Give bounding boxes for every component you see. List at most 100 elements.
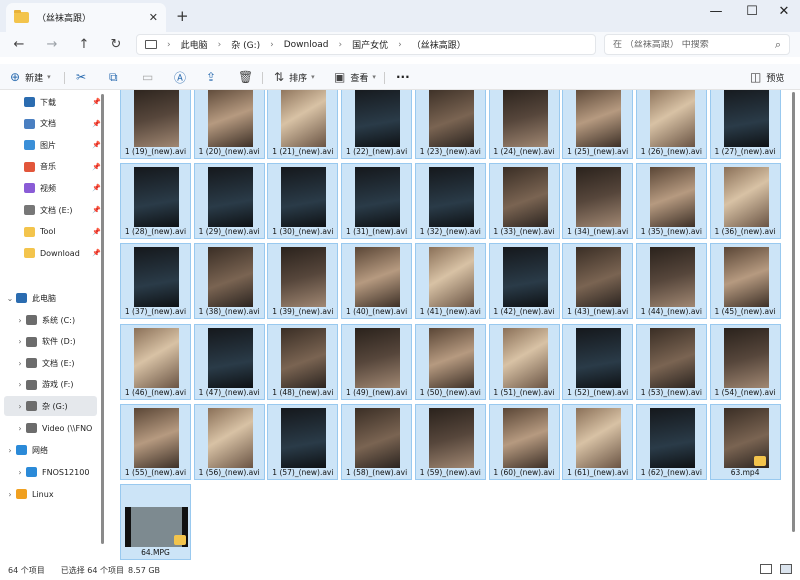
more-button[interactable]: ··· xyxy=(396,68,410,86)
maximize-button[interactable]: ☐ xyxy=(742,4,762,19)
file-item[interactable]: 1 (44)_(new).avi xyxy=(635,243,707,320)
minimize-button[interactable]: — xyxy=(706,4,726,19)
sidebar-scrollbar[interactable] xyxy=(101,94,104,544)
file-item[interactable]: 1 (45)_(new).avi xyxy=(709,243,781,320)
new-tab-button[interactable]: + xyxy=(176,7,189,25)
close-button[interactable]: ✕ xyxy=(774,4,794,19)
sidebar-item-drive[interactable]: › 文档 (E:) xyxy=(4,353,97,373)
file-item[interactable]: 1 (27)_(new).avi xyxy=(709,90,781,159)
sidebar-item-drive[interactable]: › 游戏 (F:) xyxy=(4,375,97,395)
file-item[interactable]: 1 (31)_(new).avi xyxy=(341,163,413,240)
paste-button[interactable]: ▭ xyxy=(142,68,158,86)
file-item[interactable]: 1 (37)_(new).avi xyxy=(120,243,191,320)
file-item[interactable]: 1 (57)_(new).avi xyxy=(267,403,339,480)
details-view-icon[interactable] xyxy=(760,564,772,574)
new-button[interactable]: ⊕ 新建 ▾ xyxy=(10,68,51,86)
chevron-right-icon[interactable]: › xyxy=(4,490,16,499)
back-icon[interactable]: ← xyxy=(10,37,28,52)
chevron-right-icon[interactable]: › xyxy=(14,402,26,411)
chevron-right-icon[interactable]: › xyxy=(14,424,26,433)
sidebar-item-drive[interactable]: › 系统 (C:) xyxy=(4,310,97,330)
chevron-right-icon[interactable]: › xyxy=(14,468,26,477)
file-item[interactable]: 1 (30)_(new).avi xyxy=(267,163,339,240)
file-item[interactable]: 1 (28)_(new).avi xyxy=(120,163,191,240)
search-box[interactable]: ⌕ xyxy=(604,34,790,55)
file-item[interactable]: 1 (51)_(new).avi xyxy=(488,323,560,400)
file-item[interactable]: 1 (22)_(new).avi xyxy=(341,90,413,159)
file-item[interactable]: 1 (38)_(new).avi xyxy=(193,243,265,320)
file-item[interactable]: 1 (56)_(new).avi xyxy=(193,403,265,480)
file-item[interactable]: 1 (62)_(new).avi xyxy=(635,403,707,480)
file-item[interactable]: 1 (21)_(new).avi xyxy=(267,90,339,159)
rename-button[interactable]: Ⓐ xyxy=(174,68,191,86)
search-input[interactable] xyxy=(613,39,775,50)
file-item[interactable]: 1 (59)_(new).avi xyxy=(414,403,486,480)
file-item[interactable]: 1 (41)_(new).avi xyxy=(414,243,486,320)
chevron-right-icon[interactable]: › xyxy=(14,380,26,389)
share-button[interactable]: ⇪ xyxy=(206,68,221,86)
file-item[interactable]: 1 (54)_(new).avi xyxy=(709,323,781,400)
chevron-right-icon[interactable]: › xyxy=(4,446,16,455)
file-item[interactable]: 1 (50)_(new).avi xyxy=(414,323,486,400)
tab-current-folder[interactable]: （丝袜高跟） ✕ xyxy=(6,3,166,32)
file-item[interactable]: 1 (35)_(new).avi xyxy=(635,163,707,240)
file-item[interactable]: 1 (48)_(new).avi xyxy=(267,323,339,400)
file-item[interactable]: 1 (46)_(new).avi xyxy=(120,323,191,400)
sidebar-item-drive[interactable]: › Video (\\FNO xyxy=(4,418,97,438)
file-item[interactable]: 1 (24)_(new).avi xyxy=(488,90,560,159)
preview-button[interactable]: ◫ 预览 xyxy=(750,68,784,86)
file-item[interactable]: 1 (19)_(new).avi xyxy=(120,90,191,159)
sidebar-item-quick[interactable]: 文档 (E:) 📌 xyxy=(4,200,101,220)
breadcrumb-drive-g[interactable]: 杂 (G:) xyxy=(231,38,260,51)
view-button[interactable]: ▣ 查看 ▾ xyxy=(334,68,376,86)
thumbnail-view-icon[interactable] xyxy=(780,564,792,574)
search-icon[interactable]: ⌕ xyxy=(775,38,781,52)
copy-button[interactable]: ⧉ xyxy=(109,68,123,86)
sidebar-item-quick[interactable]: 下载 📌 xyxy=(4,92,101,112)
file-item[interactable]: 1 (26)_(new).avi xyxy=(635,90,707,159)
file-item[interactable]: 1 (60)_(new).avi xyxy=(488,403,560,480)
breadcrumb-current[interactable]: （丝袜高跟） xyxy=(412,38,466,51)
sidebar-item-quick[interactable]: Download 📌 xyxy=(4,243,101,263)
file-item[interactable]: 64.MPG xyxy=(120,484,191,560)
file-item[interactable]: 1 (47)_(new).avi xyxy=(193,323,265,400)
forward-icon[interactable]: → xyxy=(43,37,61,52)
file-item[interactable]: 1 (39)_(new).avi xyxy=(267,243,339,320)
chevron-right-icon[interactable]: › xyxy=(14,359,26,368)
refresh-icon[interactable]: ↻ xyxy=(107,37,125,52)
chevron-right-icon[interactable]: ⌄ xyxy=(4,294,16,303)
file-item[interactable]: 1 (61)_(new).avi xyxy=(562,403,634,480)
delete-button[interactable]: 🗑 xyxy=(238,68,258,86)
file-item[interactable]: 1 (52)_(new).avi xyxy=(562,323,634,400)
up-icon[interactable]: ↑ xyxy=(75,37,93,52)
file-item[interactable]: 1 (58)_(new).avi xyxy=(341,403,413,480)
sidebar-item-network[interactable]: › 网络 xyxy=(4,440,97,460)
file-item[interactable]: 1 (20)_(new).avi xyxy=(193,90,265,159)
file-item[interactable]: 1 (25)_(new).avi xyxy=(562,90,634,159)
file-item[interactable]: 1 (40)_(new).avi xyxy=(341,243,413,320)
file-item[interactable]: 1 (43)_(new).avi xyxy=(562,243,634,320)
sidebar-item-linux[interactable]: › Linux xyxy=(4,484,97,504)
cut-button[interactable]: ✂ xyxy=(76,68,91,86)
breadcrumb-this-pc[interactable]: 此电脑 xyxy=(181,38,208,51)
file-item[interactable]: 1 (23)_(new).avi xyxy=(414,90,486,159)
sidebar-item-quick[interactable]: Tool 📌 xyxy=(4,222,101,242)
tab-close-icon[interactable]: ✕ xyxy=(149,11,158,24)
sidebar-item-this-pc[interactable]: ⌄ 此电脑 xyxy=(4,288,97,308)
file-item[interactable]: 1 (32)_(new).avi xyxy=(414,163,486,240)
file-item[interactable]: 1 (55)_(new).avi xyxy=(120,403,191,480)
sidebar-item-drive[interactable]: › 软件 (D:) xyxy=(4,332,97,352)
file-item[interactable]: 1 (29)_(new).avi xyxy=(193,163,265,240)
breadcrumb-folder[interactable]: 国产女优 xyxy=(352,38,388,51)
sidebar-item-nas[interactable]: › FNOS12100 xyxy=(4,462,97,482)
sidebar-item-quick[interactable]: 文档 📌 xyxy=(4,114,101,134)
file-item[interactable]: 1 (33)_(new).avi xyxy=(488,163,560,240)
file-item[interactable]: 1 (34)_(new).avi xyxy=(562,163,634,240)
file-item[interactable]: 1 (42)_(new).avi xyxy=(488,243,560,320)
breadcrumb-download[interactable]: Download xyxy=(284,40,329,50)
sidebar-item-quick[interactable]: 音乐 📌 xyxy=(4,157,101,177)
file-item[interactable]: 1 (49)_(new).avi xyxy=(341,323,413,400)
sidebar-item-quick[interactable]: 视频 📌 xyxy=(4,178,101,198)
file-item[interactable]: 63.mp4 xyxy=(709,403,781,480)
file-item[interactable]: 1 (53)_(new).avi xyxy=(635,323,707,400)
